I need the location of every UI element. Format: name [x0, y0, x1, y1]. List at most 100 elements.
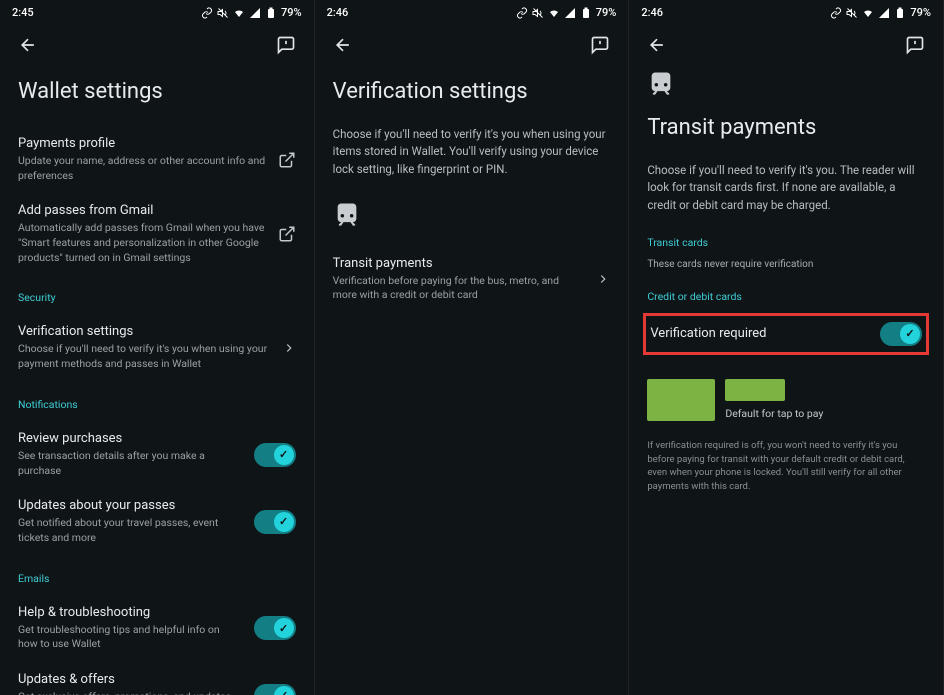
back-button[interactable] [647, 35, 667, 59]
page-title: Verification settings [333, 79, 611, 104]
signal-icon [878, 7, 890, 19]
page-title: Transit payments [647, 115, 925, 140]
feedback-button[interactable] [276, 35, 296, 59]
row-updates-passes: Updates about your passes Get notified a… [18, 488, 296, 555]
content-area: Wallet settings Payments profile Update … [0, 69, 314, 695]
row-subtitle: Verification before paying for the bus, … [333, 274, 585, 303]
app-bar [629, 23, 943, 69]
arrow-left-icon [647, 35, 667, 55]
chevron-right-icon [282, 341, 296, 355]
phone-screen-2: 2:46 79% Verification settings Choose if… [315, 0, 630, 695]
feedback-icon [590, 35, 610, 55]
content-area: Verification settings Choose if you'll n… [315, 69, 629, 695]
card-thumbnail-2[interactable] [725, 379, 785, 401]
signal-icon [564, 7, 576, 19]
row-review-purchases: Review purchases See transaction details… [18, 421, 296, 488]
link-icon [516, 7, 528, 19]
app-bar [315, 23, 629, 69]
cards-row: Default for tap to pay [647, 379, 925, 421]
phone-screen-1: 2:45 79% Wallet settings Payments profil… [0, 0, 315, 695]
section-security: Security [18, 291, 296, 304]
chevron-right-icon [596, 272, 610, 286]
open-external-icon [278, 225, 296, 243]
feedback-icon [905, 35, 925, 55]
link-icon [201, 7, 213, 19]
toggle-verification-required[interactable] [880, 322, 922, 346]
row-payments-profile[interactable]: Payments profile Update your name, addre… [18, 126, 296, 193]
footnote: If verification required is off, you won… [647, 439, 925, 494]
toggle-help[interactable] [254, 616, 296, 640]
verification-required-label: Verification required [650, 326, 766, 341]
content-area: Transit payments Choose if you'll need t… [629, 69, 943, 695]
status-time: 2:46 [327, 6, 349, 19]
battery-icon [265, 7, 277, 19]
page-intro: Choose if you'll need to verify it's you… [333, 126, 611, 178]
mute-icon [846, 7, 858, 19]
app-bar [0, 23, 314, 69]
row-subtitle: See transaction details after you make a… [18, 449, 242, 478]
battery-percent: 79% [596, 6, 617, 19]
transit-icon [647, 69, 925, 101]
page-title: Wallet settings [18, 79, 296, 104]
card-thumbnail-1[interactable] [647, 379, 715, 421]
row-title: Updates & offers [18, 672, 242, 687]
row-title: Payments profile [18, 136, 266, 151]
feedback-button[interactable] [905, 35, 925, 59]
row-verification-settings[interactable]: Verification settings Choose if you'll n… [18, 314, 296, 381]
page-intro: Choose if you'll need to verify it's you… [647, 162, 925, 214]
arrow-left-icon [333, 35, 353, 55]
section-credit-cards: Credit or debit cards [647, 290, 925, 303]
signal-icon [249, 7, 261, 19]
link-icon [830, 7, 842, 19]
back-button[interactable] [333, 35, 353, 59]
feedback-button[interactable] [590, 35, 610, 59]
status-bar: 2:46 79% [315, 0, 629, 23]
battery-icon [894, 7, 906, 19]
phone-screen-3: 2:46 79% Transit payments Choose if you'… [629, 0, 944, 695]
status-icons: 79% [516, 6, 617, 19]
section-transit-cards: Transit cards [647, 236, 925, 249]
status-bar: 2:46 79% [629, 0, 943, 23]
default-tap-caption: Default for tap to pay [725, 407, 823, 420]
battery-percent: 79% [910, 6, 931, 19]
row-subtitle: Update your name, address or other accou… [18, 154, 266, 183]
open-external-icon [278, 151, 296, 169]
status-icons: 79% [830, 6, 931, 19]
wifi-icon [233, 7, 245, 19]
feedback-icon [276, 35, 296, 55]
mute-icon [217, 7, 229, 19]
row-title: Add passes from Gmail [18, 203, 266, 218]
toggle-updates-passes[interactable] [254, 510, 296, 534]
status-time: 2:46 [641, 6, 663, 19]
arrow-left-icon [18, 35, 38, 55]
row-subtitle: Choose if you'll need to verify it's you… [18, 342, 270, 371]
row-subtitle: Automatically add passes from Gmail when… [18, 221, 266, 265]
row-title: Review purchases [18, 431, 242, 446]
row-subtitle: Get notified about your travel passes, e… [18, 516, 242, 545]
section-notifications: Notifications [18, 398, 296, 411]
battery-percent: 79% [281, 6, 302, 19]
status-icons: 79% [201, 6, 302, 19]
row-add-passes[interactable]: Add passes from Gmail Automatically add … [18, 193, 296, 275]
row-title: Updates about your passes [18, 498, 242, 513]
row-title: Transit payments [333, 256, 585, 271]
status-bar: 2:45 79% [0, 0, 314, 23]
row-subtitle: Get troubleshooting tips and helpful inf… [18, 623, 242, 652]
row-subtitle: Get exclusive offers, promotions, and up… [18, 690, 242, 695]
battery-icon [580, 7, 592, 19]
row-help-troubleshooting: Help & troubleshooting Get troubleshooti… [18, 595, 296, 662]
row-updates-offers: Updates & offers Get exclusive offers, p… [18, 662, 296, 695]
back-button[interactable] [18, 35, 38, 59]
section-emails: Emails [18, 572, 296, 585]
toggle-updates-offers[interactable] [254, 684, 296, 695]
transit-cards-note: These cards never require verification [647, 259, 925, 270]
highlighted-verification-row: Verification required [643, 313, 929, 355]
status-time: 2:45 [12, 6, 34, 19]
row-title: Verification settings [18, 324, 270, 339]
transit-icon [333, 200, 611, 232]
row-transit-payments[interactable]: Transit payments Verification before pay… [333, 246, 611, 313]
row-title: Help & troubleshooting [18, 605, 242, 620]
mute-icon [532, 7, 544, 19]
wifi-icon [862, 7, 874, 19]
toggle-review-purchases[interactable] [254, 443, 296, 467]
